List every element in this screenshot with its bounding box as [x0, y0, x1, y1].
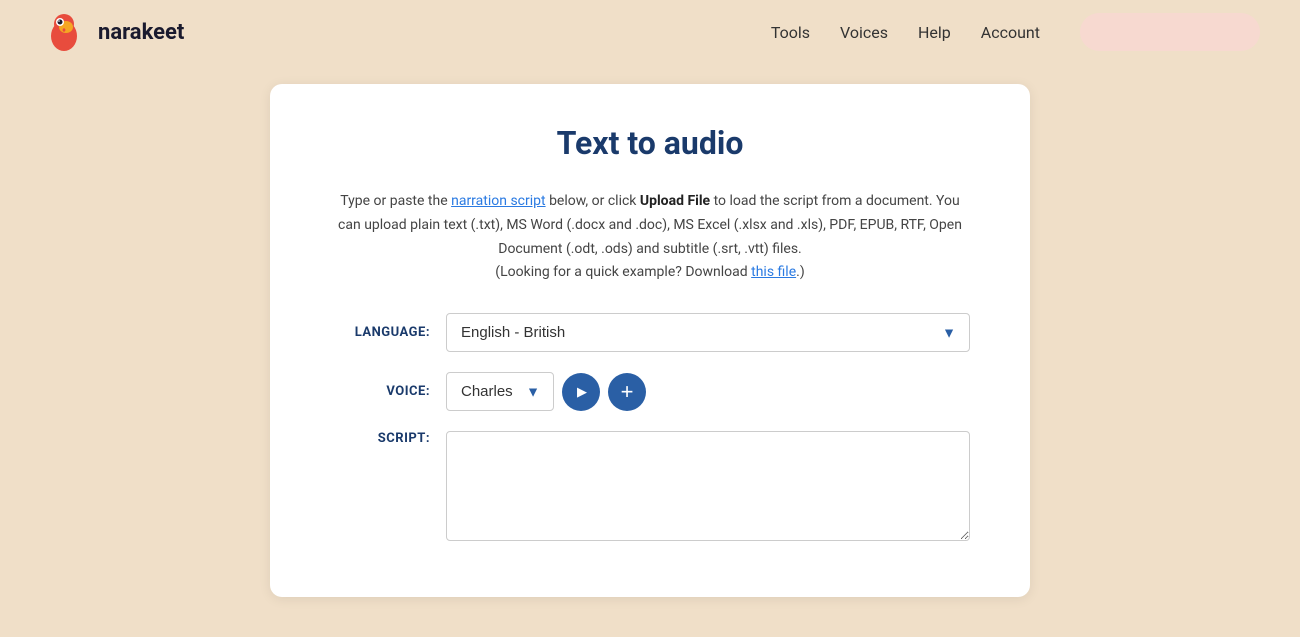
script-label: SCRIPT:: [330, 431, 430, 446]
page-title: Text to audio: [330, 124, 970, 162]
voice-select-wrapper: Charles ▼: [446, 372, 554, 411]
logo-icon: [40, 8, 88, 56]
voice-select[interactable]: Charles: [446, 372, 554, 411]
add-voice-button[interactable]: +: [608, 373, 646, 411]
brand-name: narakeet: [98, 20, 184, 45]
language-row: LANGUAGE: English - British ▼: [330, 313, 970, 352]
voice-controls: Charles ▼ +: [446, 372, 646, 411]
main-card: Text to audio Type or paste the narratio…: [270, 84, 1030, 597]
nav-tools[interactable]: Tools: [771, 23, 810, 42]
narration-script-link[interactable]: narration script: [451, 193, 546, 209]
logo-area: narakeet: [40, 8, 184, 56]
language-select[interactable]: English - British: [446, 313, 970, 352]
voice-row: VOICE: Charles ▼ +: [330, 372, 970, 411]
language-select-wrapper: English - British ▼: [446, 313, 970, 352]
nav-help[interactable]: Help: [918, 23, 951, 42]
example-file-link[interactable]: this file: [751, 264, 796, 280]
nav-links: Tools Voices Help Account: [771, 23, 1040, 42]
account-button[interactable]: [1080, 13, 1260, 51]
nav-voices[interactable]: Voices: [840, 23, 888, 42]
voice-label: VOICE:: [330, 384, 430, 399]
script-row: SCRIPT:: [330, 431, 970, 541]
nav-account[interactable]: Account: [981, 23, 1040, 42]
description-text: Type or paste the narration script below…: [330, 190, 970, 285]
main-container: Text to audio Type or paste the narratio…: [0, 64, 1300, 637]
navbar: narakeet Tools Voices Help Account: [0, 0, 1300, 64]
play-voice-button[interactable]: [562, 373, 600, 411]
script-textarea[interactable]: [446, 431, 970, 541]
language-label: LANGUAGE:: [330, 325, 430, 340]
